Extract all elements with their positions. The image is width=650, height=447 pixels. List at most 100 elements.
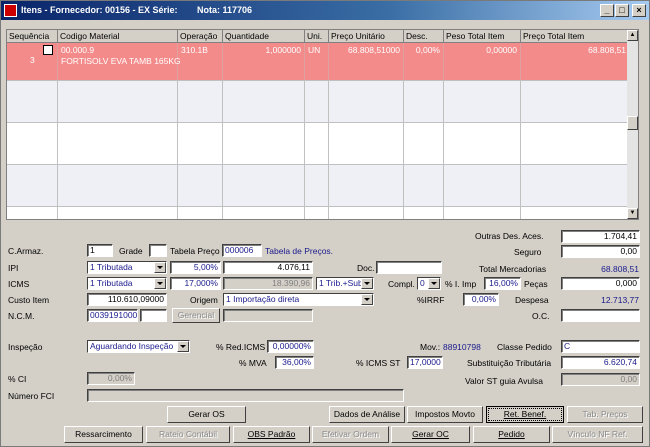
- chevron-down-icon[interactable]: [428, 278, 440, 289]
- seguro-field[interactable]: 0,00: [561, 245, 640, 258]
- classe-pedido-field[interactable]: C: [561, 340, 640, 353]
- chevron-down-icon[interactable]: [154, 278, 166, 289]
- scroll-thumb[interactable]: [627, 116, 638, 130]
- table-row[interactable]: [7, 207, 629, 219]
- pecas-label: Peças: [524, 279, 548, 289]
- red-icms-label: % Red.ICMS: [216, 342, 266, 352]
- chevron-down-icon[interactable]: [361, 278, 373, 289]
- minimize-button[interactable]: _: [600, 4, 614, 17]
- table-row[interactable]: [7, 81, 629, 123]
- col-header-quantidade[interactable]: Quantidade: [223, 30, 305, 43]
- icms-select[interactable]: 1 Tributada: [87, 277, 167, 290]
- ipi-value-field[interactable]: 4.076,11: [223, 261, 313, 274]
- gerar-os-button[interactable]: Gerar OS: [167, 406, 246, 423]
- origem-select[interactable]: 1 Importação direta: [223, 293, 374, 306]
- substituicao-tributaria-field[interactable]: 6.620,74: [561, 356, 640, 369]
- mva-field[interactable]: 36,00%: [275, 356, 314, 369]
- cell-sequencia: 3: [7, 43, 58, 80]
- classe-pedido-label: Classe Pedido: [497, 342, 552, 352]
- doc-field[interactable]: [376, 261, 442, 274]
- inspecao-label: Inspeção: [8, 342, 43, 352]
- tabela-preco-label: Tabela Preço: [170, 246, 220, 256]
- ncm-field[interactable]: 0039191000: [87, 309, 138, 322]
- compl-select[interactable]: 0: [417, 277, 441, 290]
- oc-field[interactable]: [561, 309, 640, 322]
- cell-preco-unitario: 68.808,51000: [329, 43, 404, 80]
- grade-label: Grade: [119, 246, 143, 256]
- table-row[interactable]: [7, 165, 629, 207]
- col-header-desc[interactable]: Desc.: [404, 30, 444, 43]
- scroll-up-icon[interactable]: ▲: [627, 30, 638, 41]
- chevron-down-icon[interactable]: [361, 294, 373, 305]
- doc-label: Doc.: [357, 263, 375, 273]
- ncm-label: N.C.M.: [8, 311, 35, 321]
- window-title: Itens - Fornecedor: 00156 - EX Série:: [21, 5, 178, 15]
- gerar-oc-button[interactable]: Gerar OC: [391, 426, 470, 443]
- custo-item-label: Custo Item: [8, 295, 50, 305]
- efetivar-ordem-button[interactable]: Efetivar Ordem: [312, 426, 389, 443]
- vinculo-nf-ref-button[interactable]: Vínculo NF Ref.: [552, 426, 643, 443]
- ncm-extra-field[interactable]: [140, 309, 167, 322]
- outras-des-aces-field[interactable]: 1.704,41: [561, 230, 640, 243]
- carmaz-label: C.Armaz.: [8, 246, 44, 256]
- gerencial-button[interactable]: Gerencial: [172, 308, 220, 323]
- col-header-peso-total[interactable]: Peso Total Item: [444, 30, 521, 43]
- ret-benef-button[interactable]: Ret. Benef.: [486, 406, 564, 423]
- col-header-preco-unitario[interactable]: Preço Unitário: [329, 30, 404, 43]
- icms-st-field[interactable]: 17,0000: [407, 356, 443, 369]
- i-imp-field[interactable]: 16,00%: [484, 277, 521, 290]
- col-header-codigo[interactable]: Codigo Material: [58, 30, 178, 43]
- tabela-preco-desc: Tabela de Preços.: [265, 246, 334, 256]
- maximize-button[interactable]: □: [615, 4, 629, 17]
- ipi-select[interactable]: 1 Tributada: [87, 261, 167, 274]
- numero-fci-label: Número FCI: [8, 391, 55, 401]
- ipi-percent-field[interactable]: 5,00%: [170, 261, 221, 274]
- table-row[interactable]: [7, 123, 629, 165]
- rateio-contabil-button[interactable]: Rateio Contábil: [146, 426, 230, 443]
- custo-item-field[interactable]: 110.610,09000: [87, 293, 167, 306]
- seguro-label: Seguro: [514, 247, 542, 257]
- numero-fci-field: [87, 389, 404, 402]
- cell-operacao: 310.1B: [178, 43, 223, 80]
- total-mercadorias-label: Total Mercadorias: [479, 264, 547, 274]
- i-imp-label: % I. Imp: [445, 279, 477, 289]
- red-icms-field[interactable]: 0,00000%: [267, 340, 314, 353]
- scroll-down-icon[interactable]: ▼: [627, 208, 638, 219]
- icms-percent-field[interactable]: 17,000%: [170, 277, 221, 290]
- despesa-value: 12.713,77: [601, 295, 639, 305]
- ressarcimento-button[interactable]: Ressarcimento: [64, 426, 143, 443]
- pedido-button[interactable]: Pedido: [473, 426, 550, 443]
- ci-label: % CI: [8, 374, 27, 384]
- app-icon: [4, 4, 17, 17]
- close-button[interactable]: ×: [632, 4, 646, 17]
- cell-descricao: FORTISOLV EVA TAMB 165KG: [61, 56, 181, 66]
- tabela-preco-field[interactable]: 000006: [222, 244, 262, 257]
- grade-field[interactable]: [149, 244, 167, 257]
- dados-analise-button[interactable]: Dados de Análise: [329, 406, 405, 423]
- trib-subs-select[interactable]: 1 Trib.+Subs: [316, 277, 374, 290]
- items-grid[interactable]: Sequência Codigo Material Operação Quant…: [6, 29, 639, 220]
- row-checkbox[interactable]: [43, 45, 53, 55]
- irrf-field[interactable]: 0,00%: [463, 293, 499, 306]
- col-header-operacao[interactable]: Operação: [178, 30, 223, 43]
- col-header-sequencia[interactable]: Sequência: [7, 30, 58, 43]
- cell-desc: 0,00%: [404, 43, 444, 80]
- chevron-down-icon[interactable]: [154, 262, 166, 273]
- col-header-preco-total[interactable]: Preço Total Item: [521, 30, 629, 43]
- pecas-field[interactable]: 0,000: [561, 277, 640, 290]
- impostos-movto-button[interactable]: Impostos Movto: [407, 406, 483, 423]
- irrf-label: %IRRF: [417, 295, 445, 305]
- obs-padrao-button[interactable]: OBS Padrão: [233, 426, 310, 443]
- col-header-uni[interactable]: Uni.: [305, 30, 329, 43]
- table-row-selected[interactable]: 3 00.000.9 FORTISOLV EVA TAMB 165KG 310.…: [7, 43, 629, 81]
- grid-vertical-scrollbar[interactable]: ▲ ▼: [627, 30, 638, 219]
- gerencial-field: [223, 309, 313, 322]
- total-mercadorias-value: 68.808,51: [601, 264, 639, 274]
- outras-des-aces-label: Outras Des. Aces.: [475, 231, 544, 241]
- chevron-down-icon[interactable]: [177, 341, 189, 352]
- ci-field: 0,00%: [87, 372, 135, 385]
- carmaz-field[interactable]: 1: [87, 244, 113, 257]
- inspecao-select[interactable]: Aguardando Inspeção: [87, 340, 190, 353]
- title-bar[interactable]: Itens - Fornecedor: 00156 - EX Série: No…: [1, 1, 649, 20]
- tab-precos-button[interactable]: Tab. Preços: [567, 406, 643, 423]
